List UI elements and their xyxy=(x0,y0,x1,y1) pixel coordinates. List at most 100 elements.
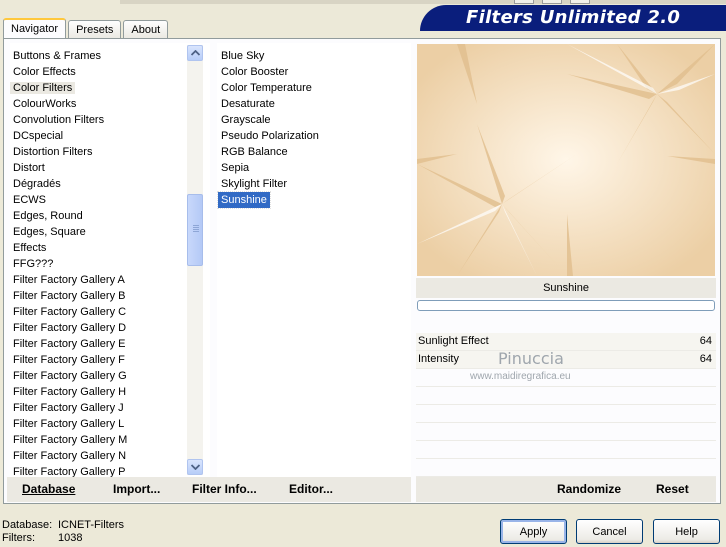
scroll-up-button[interactable] xyxy=(187,45,203,61)
tab-bar: Navigator Presets About xyxy=(3,17,170,40)
chevron-down-icon xyxy=(191,464,200,470)
tab-navigator[interactable]: Navigator xyxy=(3,18,67,40)
category-item-label: Buttons & Frames xyxy=(13,50,102,62)
category-item-label: Filter Factory Gallery L xyxy=(13,418,125,430)
top-mini-button[interactable] xyxy=(514,0,534,4)
category-item[interactable]: Color Filters xyxy=(10,80,210,96)
randomize-button[interactable]: Randomize xyxy=(557,482,621,496)
category-scrollbar[interactable] xyxy=(187,45,203,475)
top-mini-button[interactable] xyxy=(542,0,562,4)
filter-item[interactable]: Desaturate xyxy=(217,96,411,112)
category-item[interactable]: Convolution Filters xyxy=(10,112,210,128)
parameter-row xyxy=(416,387,716,405)
category-item[interactable]: Color Effects xyxy=(10,64,210,80)
category-item[interactable]: Filter Factory Gallery C xyxy=(10,304,210,320)
top-mini-button[interactable] xyxy=(570,0,590,4)
category-item[interactable]: Dégradés xyxy=(10,176,210,192)
category-item[interactable]: Filter Factory Gallery L xyxy=(10,416,210,432)
category-list[interactable]: Buttons & Frames Color Effects Color Filte… xyxy=(10,43,210,477)
parameter-value: 64 xyxy=(699,335,712,347)
category-item[interactable]: ECWS xyxy=(10,192,210,208)
parameter-row xyxy=(416,441,716,459)
category-item-label: Filter Factory Gallery M xyxy=(13,434,128,446)
category-item[interactable]: Filter Factory Gallery A xyxy=(10,272,210,288)
category-item[interactable]: Filter Factory Gallery M xyxy=(10,432,210,448)
right-action-bar: Randomize Reset xyxy=(416,477,716,502)
cancel-button[interactable]: Cancel xyxy=(576,519,643,544)
parameter-name: Intensity xyxy=(418,353,459,365)
filter-item-label: Grayscale xyxy=(221,114,271,126)
database-status-label: Database: xyxy=(2,519,53,531)
category-item-label: ColourWorks xyxy=(13,98,77,110)
tab-about[interactable]: About xyxy=(123,20,169,39)
parameter-value: 64 xyxy=(699,353,712,365)
tab-presets[interactable]: Presets xyxy=(68,20,122,39)
category-item-label: Filter Factory Gallery H xyxy=(13,386,127,398)
category-item-label: Filter Factory Gallery F xyxy=(13,354,125,366)
category-item-label: Dégradés xyxy=(13,178,61,190)
category-item-label: DCspecial xyxy=(13,130,64,142)
filter-item[interactable]: Blue Sky xyxy=(217,48,411,64)
category-item[interactable]: Filter Factory Gallery B xyxy=(10,288,210,304)
category-item[interactable]: Filter Factory Gallery D xyxy=(10,320,210,336)
scroll-thumb[interactable] xyxy=(187,194,203,266)
category-item[interactable]: Filter Factory Gallery J xyxy=(10,400,210,416)
parameter-row xyxy=(416,459,716,477)
category-item[interactable]: Filter Factory Gallery N xyxy=(10,448,210,464)
category-item[interactable]: Buttons & Frames xyxy=(10,48,210,64)
category-item[interactable]: Distortion Filters xyxy=(10,144,210,160)
database-button[interactable]: Database xyxy=(22,482,75,496)
apply-button[interactable]: Apply xyxy=(500,519,567,544)
filter-item[interactable]: Pseudo Polarization xyxy=(217,128,411,144)
navigator-panel: Buttons & Frames Color Effects Color Filte… xyxy=(3,38,721,504)
top-strip xyxy=(120,0,726,4)
reset-button[interactable]: Reset xyxy=(656,482,689,496)
filter-item-label: RGB Balance xyxy=(221,146,288,158)
category-item-label: Filter Factory Gallery N xyxy=(13,450,127,462)
category-item-label: Color Effects xyxy=(13,66,76,78)
chevron-up-icon xyxy=(191,50,200,56)
filter-item[interactable]: Color Temperature xyxy=(217,80,411,96)
category-item[interactable]: Effects xyxy=(10,240,210,256)
filter-item[interactable]: RGB Balance xyxy=(217,144,411,160)
filter-list[interactable]: Blue Sky Color Booster Color Temperature De… xyxy=(217,43,411,477)
filter-item-label: Color Temperature xyxy=(221,82,312,94)
filter-item[interactable]: Grayscale xyxy=(217,112,411,128)
category-item-label: Filter Factory Gallery B xyxy=(13,290,126,302)
scroll-down-button[interactable] xyxy=(187,459,203,475)
category-item-label: Distort xyxy=(13,162,45,174)
database-label: Database xyxy=(22,482,76,496)
parameter-row[interactable]: Intensity 64 xyxy=(416,351,716,369)
category-item[interactable]: Filter Factory Gallery G xyxy=(10,368,210,384)
category-item[interactable]: Filter Factory Gallery H xyxy=(10,384,210,400)
import-button[interactable]: Import... xyxy=(113,482,160,496)
parameter-name: Sunlight Effect xyxy=(418,335,489,347)
category-item[interactable]: Distort xyxy=(10,160,210,176)
category-item[interactable]: Filter Factory Gallery P xyxy=(10,464,210,477)
category-item[interactable]: DCspecial xyxy=(10,128,210,144)
database-status-value: ICNET-Filters xyxy=(58,519,124,531)
category-item[interactable]: Edges, Square xyxy=(10,224,210,240)
parameter-row[interactable]: Sunlight Effect 64 xyxy=(416,333,716,351)
category-item[interactable]: Edges, Round xyxy=(10,208,210,224)
category-item[interactable]: Filter Factory Gallery E xyxy=(10,336,210,352)
category-item-label: Convolution Filters xyxy=(13,114,105,126)
category-item[interactable]: ColourWorks xyxy=(10,96,210,112)
preview-pattern xyxy=(417,44,715,276)
filter-info-button[interactable]: Filter Info... xyxy=(192,482,257,496)
category-item[interactable]: FFG??? xyxy=(10,256,210,272)
filter-item[interactable]: Color Booster xyxy=(217,64,411,80)
editor-button[interactable]: Editor... xyxy=(289,482,333,496)
filter-item[interactable]: Sunshine xyxy=(217,191,411,209)
filter-item-label: Sunshine xyxy=(217,191,271,209)
help-button[interactable]: Help xyxy=(653,519,720,544)
category-item[interactable]: Filter Factory Gallery F xyxy=(10,352,210,368)
watermark-name: Pinuccia xyxy=(498,349,564,368)
filter-item-label: Sepia xyxy=(221,162,250,174)
parameter-row xyxy=(416,423,716,441)
parameter-row xyxy=(416,405,716,423)
progress-bar xyxy=(417,300,715,311)
filter-item[interactable]: Sepia xyxy=(217,160,411,176)
category-item-label: Filter Factory Gallery P xyxy=(13,466,126,477)
filter-item[interactable]: Skylight Filter xyxy=(217,176,411,192)
